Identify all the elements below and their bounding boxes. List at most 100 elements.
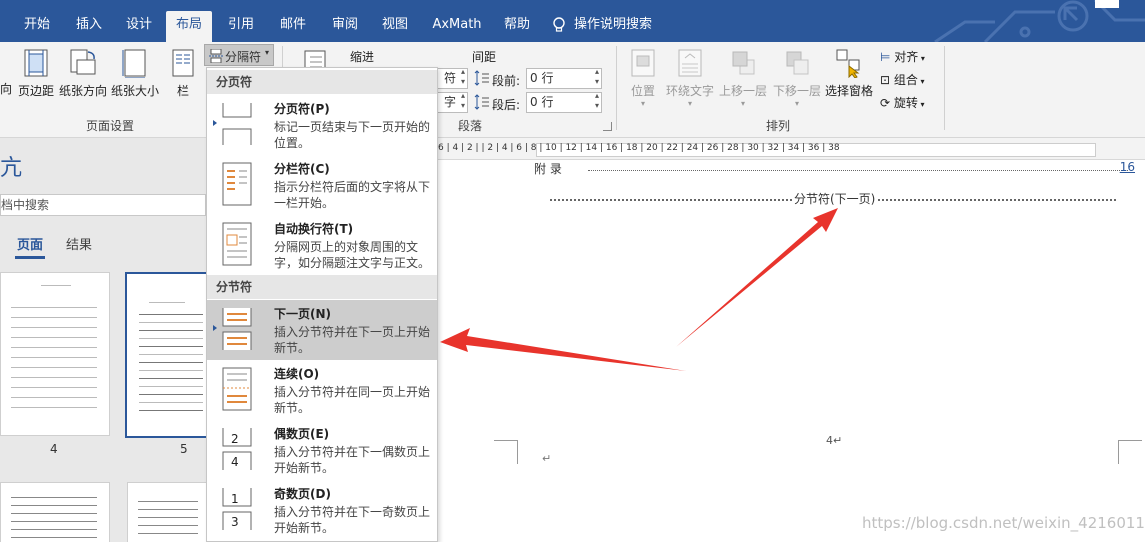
odd-page-break-icon: 1 3 — [222, 488, 252, 530]
wrap-text-label: 环绕文字 — [665, 84, 714, 98]
margins-button[interactable]: 页边距 — [16, 48, 56, 99]
space-after-label: 段后: — [492, 98, 521, 112]
continuous-break-icon — [222, 367, 252, 411]
menu-item-next-page[interactable]: 下一页(N) 插入分节符并在下一页上开始新节。 — [207, 300, 437, 360]
indent-title: 缩进 — [350, 50, 375, 64]
bring-forward-button[interactable]: 上移一层 ▾ — [718, 48, 768, 108]
space-before-spinner[interactable]: 0 行 — [526, 67, 602, 89]
even-icon-digit-bottom: 4 — [231, 455, 239, 469]
window-restore-button[interactable] — [1095, 0, 1119, 8]
spacing-title: 间距 — [472, 50, 497, 64]
tab-mailings[interactable]: 邮件 — [272, 11, 314, 42]
text-direction-button[interactable]: 向 — [0, 80, 12, 97]
menu-item-description: 分隔网页上的对象周围的文字，如分隔题注文字与正文。 — [274, 240, 431, 270]
page-setup-group-label: 页面设置 — [86, 119, 135, 133]
tell-me-search[interactable]: 操作说明搜索 — [552, 11, 652, 39]
tab-help[interactable]: 帮助 — [496, 11, 538, 42]
menu-item-description: 指示分栏符后面的文字将从下一栏开始。 — [274, 180, 431, 210]
wrap-text-button[interactable]: 环绕文字 ▾ — [664, 48, 716, 108]
tab-design[interactable]: 设计 — [118, 11, 160, 42]
menu-item-description: 插入分节符并在同一页上开始新节。 — [274, 385, 431, 415]
group-separator — [616, 46, 617, 130]
menu-item-continuous[interactable]: 连续(O) 插入分节符并在同一页上开始新节。 — [207, 360, 437, 420]
send-backward-icon — [786, 51, 809, 75]
position-button[interactable]: 位置 ▾ — [626, 48, 660, 108]
margins-icon — [24, 49, 48, 77]
document-canvas[interactable]: 附 录 16 分节符(下一页) 4↵ ↵ https://blog.csdn.n… — [438, 160, 1145, 542]
page-breaks-header: 分页符 — [207, 70, 437, 94]
toc-entry-page[interactable]: 16 — [1120, 160, 1135, 174]
menu-item-title: 下一页(N) — [274, 307, 332, 321]
ribbon-tab-bar: 开始 插入 设计 布局 引用 邮件 审阅 视图 AxMath 帮助 操作说明搜索 — [0, 0, 1145, 42]
tab-insert[interactable]: 插入 — [68, 11, 110, 42]
space-before-value: 0 行 — [530, 71, 554, 85]
page-number-label: 4 — [50, 442, 58, 456]
next-page-break-icon — [222, 308, 252, 350]
space-before-icon — [474, 70, 489, 86]
rotate-label: 旋转 — [893, 96, 918, 110]
group-button[interactable]: ⊡ 组合 ▾ — [880, 71, 924, 88]
nav-pane-title: 亢 — [0, 156, 23, 181]
menu-item-column-break[interactable]: 分栏符(C) 指示分栏符后面的文字将从下一栏开始。 — [207, 155, 437, 215]
menu-item-title: 分页符(P) — [274, 102, 330, 116]
selection-pane-button[interactable]: 选择窗格 — [824, 48, 874, 99]
nav-tab-results[interactable]: 结果 — [66, 234, 92, 253]
breaks-dropdown-menu: 分页符 分页符(P) 标记一页结束与下一页开始的位置。 分栏符(C) 指示分栏符… — [206, 67, 438, 542]
watermark-text: https://blog.csdn.net/weixin_42160117 — [862, 514, 1145, 532]
columns-button[interactable]: 栏 — [170, 48, 196, 99]
group-label: 组合 — [893, 73, 918, 87]
position-icon — [631, 49, 655, 77]
tab-home[interactable]: 开始 — [16, 11, 58, 42]
menu-item-page-break[interactable]: 分页符(P) 标记一页结束与下一页开始的位置。 — [207, 95, 437, 155]
rotate-icon: ⟳ — [880, 96, 891, 110]
text-wrapping-break-icon — [222, 222, 252, 266]
orientation-icon — [70, 49, 96, 75]
menu-item-title: 奇数页(D) — [274, 487, 331, 501]
even-page-break-icon: 2 4 — [222, 428, 252, 470]
even-icon-digit-top: 2 — [231, 432, 239, 446]
menu-item-text-wrapping-break[interactable]: 自动换行符(T) 分隔网页上的对象周围的文字，如分隔题注文字与正文。 — [207, 215, 437, 275]
column-break-icon — [222, 162, 252, 206]
columns-label: 栏 — [176, 84, 189, 98]
chevron-down-icon: ▾ — [265, 48, 270, 57]
rotate-button[interactable]: ⟳ 旋转 ▾ — [880, 94, 924, 111]
ribbon: 向 页边距 纸张方向 纸张大小 栏 页面设置 分隔符 ▾ 缩进 间距 符 ▴ ▾… — [0, 42, 1145, 138]
menu-item-even-page[interactable]: 2 4 偶数页(E) 插入分节符并在下一偶数页上开始新节。 — [207, 420, 437, 480]
text-direction-label: 向 — [0, 82, 13, 96]
tab-review[interactable]: 审阅 — [324, 11, 366, 42]
tab-view[interactable]: 视图 — [374, 11, 416, 42]
chevron-down-icon: ▾ — [918, 54, 925, 63]
paragraph-mark: ↵ — [542, 452, 552, 465]
menu-item-title: 自动换行符(T) — [274, 222, 354, 236]
menu-item-odd-page[interactable]: 1 3 奇数页(D) 插入分节符并在下一奇数页上开始新节。 — [207, 480, 437, 540]
tab-layout[interactable]: 布局 — [166, 11, 212, 42]
send-backward-button[interactable]: 下移一层 ▾ — [772, 48, 822, 108]
breaks-button[interactable]: 分隔符 ▾ — [204, 44, 274, 66]
align-button[interactable]: ⊨ 对齐 ▾ — [880, 48, 925, 65]
space-after-spinner[interactable]: 0 行 — [526, 91, 602, 113]
ruler-ticks: 6 | 4 | 2 | | 2 | 4 | 6 | 8 | 10 | 12 | … — [438, 143, 840, 153]
chevron-down-icon: ▾ — [917, 77, 925, 86]
send-backward-label: 下移一层 — [772, 84, 821, 98]
position-label: 位置 — [630, 84, 655, 98]
indent-right-fragment: 字 — [444, 95, 457, 109]
align-icon: ⊨ — [880, 50, 891, 64]
tab-axmath[interactable]: AxMath — [426, 11, 488, 42]
orientation-button[interactable]: 纸张方向 — [58, 48, 108, 99]
page-thumbnail-6[interactable] — [0, 482, 110, 542]
group-icon: ⊡ — [880, 73, 891, 87]
tab-references[interactable]: 引用 — [220, 11, 262, 42]
chevron-down-icon: ▾ — [917, 100, 925, 109]
menu-item-description: 插入分节符并在下一偶数页上开始新节。 — [274, 445, 431, 475]
margins-label: 页边距 — [17, 84, 54, 98]
arrange-group-label: 排列 — [766, 119, 791, 133]
size-button[interactable]: 纸张大小 — [110, 48, 160, 99]
paragraph-dialog-launcher[interactable] — [603, 122, 612, 131]
page-thumbnail-4[interactable] — [0, 272, 110, 436]
nav-tab-pages[interactable]: 页面 — [14, 234, 46, 259]
horizontal-ruler[interactable]: 6 | 4 | 2 | | 2 | 4 | 6 | 8 | 10 | 12 | … — [438, 138, 1145, 160]
menu-item-description: 插入分节符并在下一页上开始新节。 — [274, 325, 431, 355]
paragraph-group-label: 段落 — [458, 119, 483, 133]
nav-search-input[interactable]: 档中搜索 — [0, 194, 206, 216]
columns-icon — [172, 49, 194, 77]
